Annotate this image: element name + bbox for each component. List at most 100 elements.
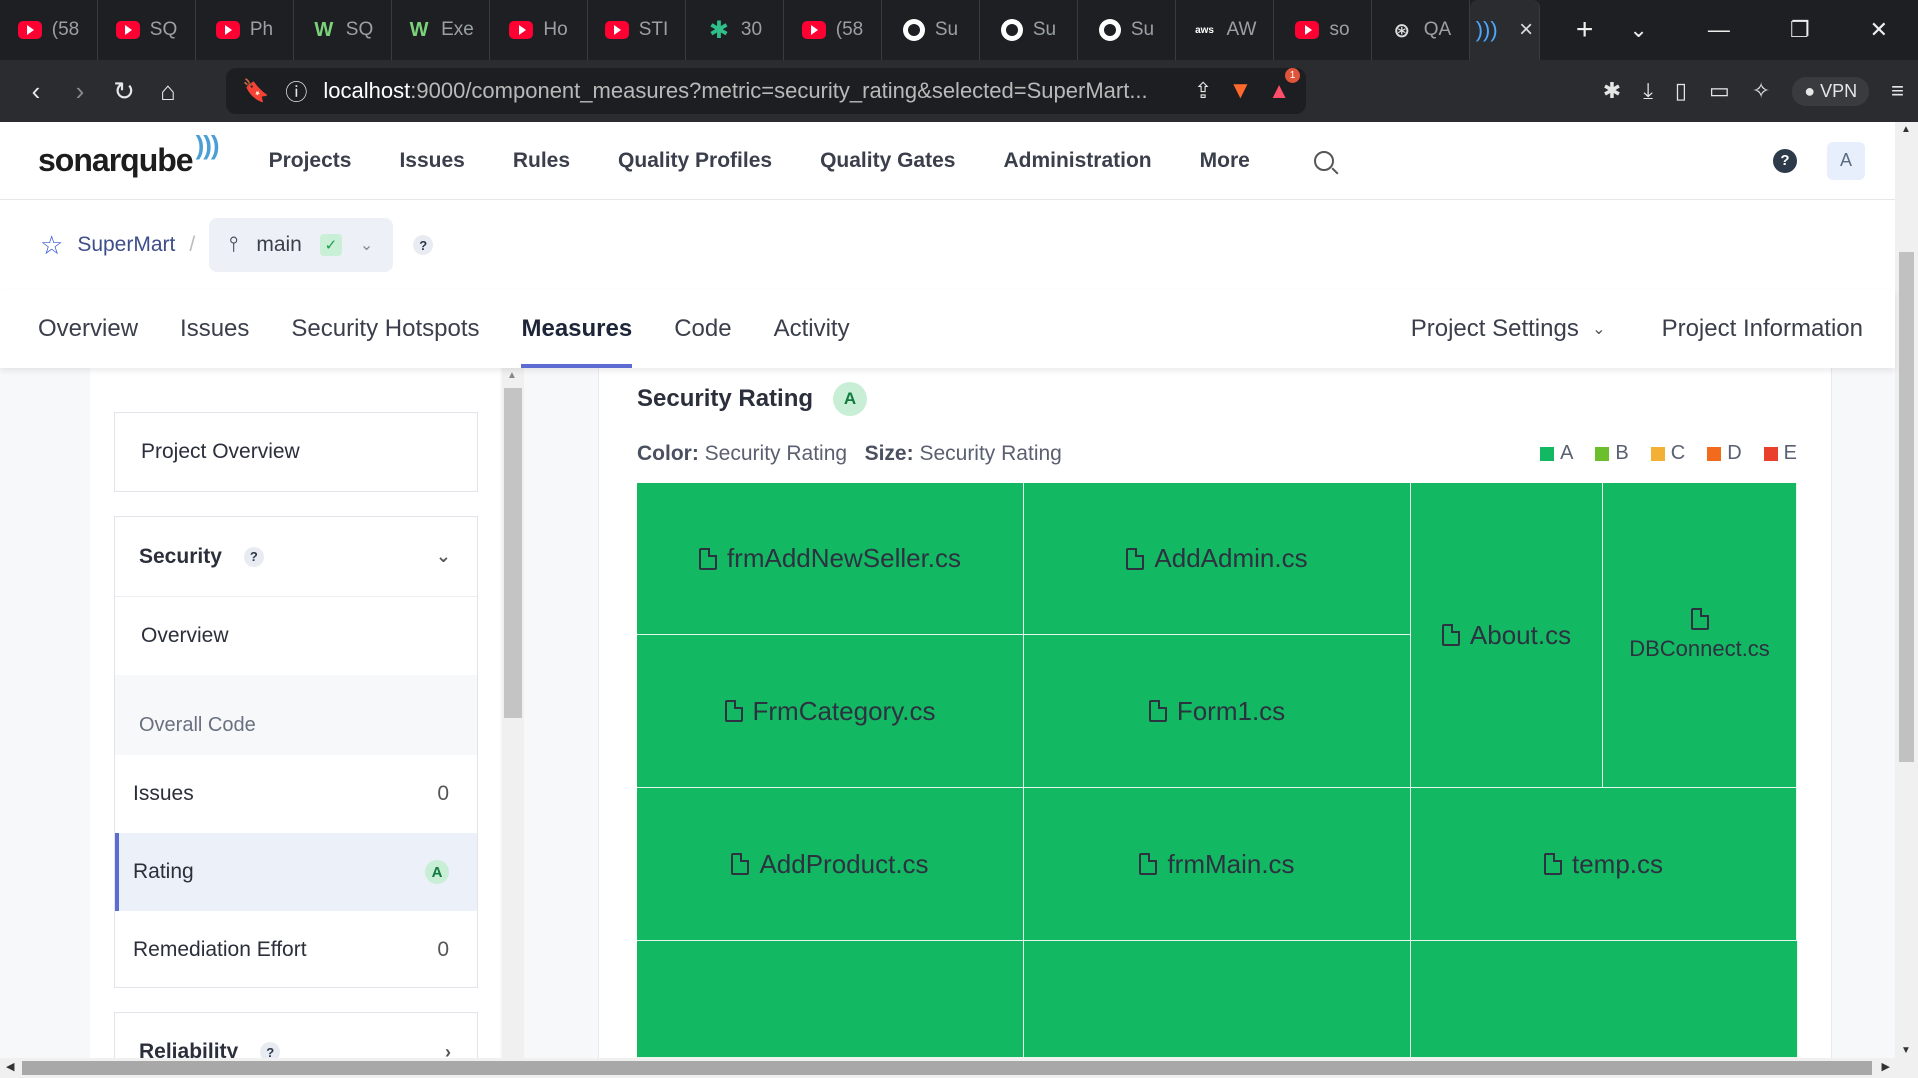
legend-item[interactable]: D: [1707, 442, 1742, 465]
security-overview-link[interactable]: Overview: [115, 597, 477, 675]
treemap-cell[interactable]: frmAddNewSeller.cs: [637, 483, 1024, 635]
browser-tab[interactable]: Ho: [490, 0, 588, 60]
legend-item[interactable]: E: [1763, 442, 1797, 465]
reload-button[interactable]: ↻: [102, 76, 146, 107]
treemap-cell[interactable]: [1411, 941, 1798, 1058]
project-overview-link[interactable]: Project Overview: [114, 412, 478, 492]
downloads-icon[interactable]: ⤓: [1643, 78, 1653, 104]
security-help-icon[interactable]: ?: [243, 546, 264, 567]
extensions-icon[interactable]: ✱: [1603, 78, 1621, 104]
browser-tab[interactable]: W SQ: [294, 0, 392, 60]
help-icon[interactable]: ?: [1773, 148, 1797, 173]
treemap-cell[interactable]: temp.cs: [1411, 788, 1797, 941]
nav-rules[interactable]: Rules: [513, 149, 570, 173]
branch-selector[interactable]: ⫯ main ✓ ⌄: [209, 218, 394, 272]
leo-ai-icon[interactable]: ✧: [1752, 78, 1770, 104]
menu-icon[interactable]: ≡: [1891, 78, 1904, 104]
home-button[interactable]: ⌂: [146, 76, 190, 107]
scroll-right-arrow[interactable]: ▶: [1882, 1060, 1890, 1073]
browser-tab[interactable]: (58: [784, 0, 882, 60]
favorite-star-icon[interactable]: ☆: [40, 230, 63, 261]
tab-security-hotspots[interactable]: Security Hotspots: [291, 290, 479, 368]
tab-project-settings[interactable]: Project Settings ⌄: [1411, 290, 1606, 368]
restore-window-button[interactable]: ❐: [1790, 17, 1810, 43]
close-window-button[interactable]: ✕: [1870, 17, 1888, 43]
legend-item[interactable]: B: [1595, 442, 1629, 465]
browser-tab[interactable]: ⊛ QA: [1372, 0, 1470, 60]
branch-help-icon[interactable]: ?: [413, 235, 434, 255]
avatar[interactable]: A: [1827, 141, 1865, 180]
back-button[interactable]: ‹: [14, 76, 58, 107]
tab-overview[interactable]: Overview: [38, 290, 138, 368]
nav-quality-profiles[interactable]: Quality Profiles: [618, 149, 772, 173]
treemap-cell[interactable]: [637, 941, 1024, 1058]
wallet-icon[interactable]: ▭: [1709, 78, 1730, 104]
close-tab-icon[interactable]: ×: [1519, 16, 1533, 44]
scroll-up-arrow[interactable]: ▲: [1901, 124, 1911, 135]
url-text[interactable]: localhost:9000/component_measures?metric…: [323, 78, 1178, 104]
forward-button[interactable]: ›: [58, 76, 102, 107]
browser-tab[interactable]: so: [1274, 0, 1372, 60]
page-horizontal-scrollbar[interactable]: ◀ ▶: [0, 1058, 1918, 1078]
scroll-up-arrow[interactable]: ▲: [507, 370, 517, 381]
reliability-section-header[interactable]: Reliability ? ›: [114, 1012, 478, 1058]
sidebar-scrollbar[interactable]: ▲: [502, 368, 524, 1058]
address-bar[interactable]: 🔖 ⓘ localhost:9000/component_measures?me…: [226, 68, 1306, 114]
brave-shields-icon[interactable]: ▼: [1228, 77, 1252, 105]
tab-project-information[interactable]: Project Information: [1662, 290, 1863, 368]
legend-item[interactable]: A: [1540, 442, 1573, 465]
treemap-cell[interactable]: DBConnect.cs: [1603, 483, 1797, 788]
horizontal-scroll-thumb[interactable]: [22, 1061, 1872, 1075]
scroll-left-arrow[interactable]: ◀: [6, 1060, 14, 1073]
treemap-cell[interactable]: AddAdmin.cs: [1024, 483, 1411, 635]
treemap-cell[interactable]: Form1.cs: [1024, 635, 1411, 788]
browser-tab[interactable]: STI: [588, 0, 686, 60]
minimize-window-button[interactable]: —: [1708, 17, 1730, 43]
metric-issues[interactable]: Issues 0: [115, 755, 477, 833]
security-section-header[interactable]: Security ? ⌄: [115, 517, 477, 597]
project-name-link[interactable]: SuperMart: [77, 233, 175, 257]
browser-tab[interactable]: ✱ 30: [686, 0, 784, 60]
browser-tab-active[interactable]: ))) ×: [1470, 0, 1540, 60]
browser-tab[interactable]: Su: [980, 0, 1078, 60]
scroll-down-arrow[interactable]: ▼: [1901, 1045, 1911, 1056]
reliability-help-icon[interactable]: ?: [260, 1042, 281, 1058]
browser-tab[interactable]: SQ: [98, 0, 196, 60]
metric-remediation-effort[interactable]: Remediation Effort 0: [115, 911, 477, 989]
treemap-cell[interactable]: FrmCategory.cs: [637, 635, 1024, 788]
nav-quality-gates[interactable]: Quality Gates: [820, 149, 955, 173]
new-tab-button[interactable]: +: [1540, 13, 1630, 47]
tab-measures[interactable]: Measures: [521, 290, 632, 368]
browser-tab[interactable]: Su: [882, 0, 980, 60]
brave-rewards-icon[interactable]: ▲ 1: [1268, 68, 1300, 104]
tab-search-chevron-icon[interactable]: ⌄: [1629, 17, 1647, 43]
legend-item[interactable]: C: [1650, 442, 1685, 465]
page-vertical-scrollbar[interactable]: ▲ ▼: [1895, 122, 1918, 1058]
tab-issues[interactable]: Issues: [180, 290, 249, 368]
page-scroll-thumb[interactable]: [1899, 252, 1914, 762]
nav-projects[interactable]: Projects: [269, 149, 352, 173]
tab-activity[interactable]: Activity: [774, 290, 850, 368]
treemap-cell[interactable]: [1024, 941, 1411, 1058]
bookmark-icon[interactable]: 🔖: [242, 78, 269, 104]
browser-tab[interactable]: Su: [1078, 0, 1176, 60]
browser-tab[interactable]: Ph: [196, 0, 294, 60]
sonarqube-logo[interactable]: sonarqube))): [38, 130, 220, 179]
nav-more[interactable]: More: [1200, 149, 1250, 173]
nav-administration[interactable]: Administration: [1003, 149, 1151, 173]
sidebar-icon[interactable]: ▯: [1675, 78, 1687, 104]
browser-tab[interactable]: W Exe: [392, 0, 490, 60]
share-icon[interactable]: ⇪: [1194, 78, 1212, 104]
treemap-cell[interactable]: frmMain.cs: [1024, 788, 1411, 941]
metric-rating[interactable]: Rating A: [115, 833, 477, 911]
browser-tab[interactable]: aws AW: [1176, 0, 1274, 60]
tab-code[interactable]: Code: [674, 290, 731, 368]
search-icon[interactable]: [1313, 150, 1334, 171]
treemap-cell[interactable]: About.cs: [1411, 483, 1603, 788]
sidebar-scroll-thumb[interactable]: [504, 388, 522, 718]
vpn-button[interactable]: ● VPN: [1792, 76, 1870, 106]
site-info-icon[interactable]: ⓘ: [285, 75, 307, 107]
browser-tab[interactable]: (58: [0, 0, 98, 60]
nav-issues[interactable]: Issues: [399, 149, 464, 173]
treemap-cell[interactable]: AddProduct.cs: [637, 788, 1024, 941]
